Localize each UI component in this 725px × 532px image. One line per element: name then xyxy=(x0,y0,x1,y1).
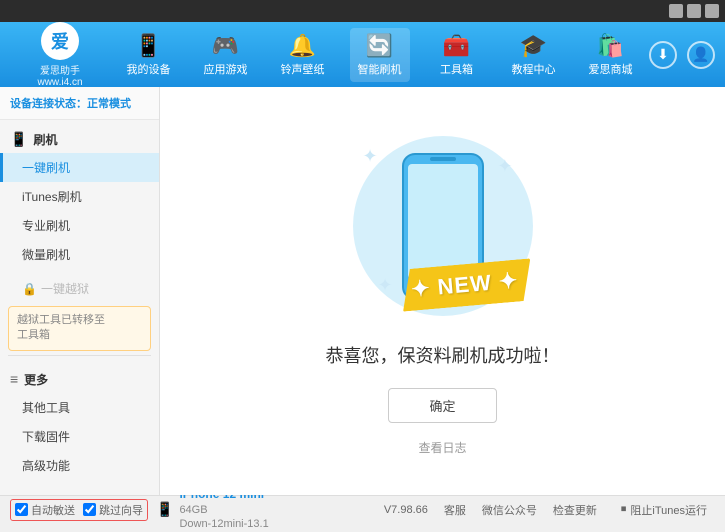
sidebar: 设备连接状态：正常模式 📱 刷机 一键刷机 iTunes刷机 专业刷机 微量刷机… xyxy=(0,87,160,495)
nav-item-toolbox[interactable]: 🧰 工具箱 xyxy=(427,28,487,82)
check-update-link[interactable]: 检查更新 xyxy=(553,502,597,518)
success-illustration: ✦ ✦ ✦ ✦ NEW ✦ 恭喜您，保资料刷机成功啦！ 确定 查看日志 xyxy=(326,126,560,456)
auto-send-label: 自动敏送 xyxy=(31,502,75,518)
wechat-link[interactable]: 微信公众号 xyxy=(482,502,537,518)
stop-itunes-button[interactable]: ⏹ 阻止iTunes运行 xyxy=(613,502,715,518)
header: 爱 爱思助手 www.i4.cn 📱 我的设备 🎮 应用游戏 🔔 铃声壁纸 🔄 … xyxy=(0,22,725,87)
sidebar-item-download-firmware[interactable]: 下载固件 xyxy=(0,422,159,451)
status-value: 正常模式 xyxy=(87,98,131,110)
flash-group-label: 刷机 xyxy=(33,131,57,148)
version-text: V7.98.66 xyxy=(384,504,428,516)
nav-label: 工具箱 xyxy=(440,61,473,77)
confirm-button[interactable]: 确定 xyxy=(388,388,496,423)
nav-item-tutorial[interactable]: 🎓 教程中心 xyxy=(504,28,564,82)
sidebar-flash-group: 📱 刷机 xyxy=(0,126,159,153)
more-group-icon: ≡ xyxy=(10,371,18,387)
sidebar-more-group: ≡ 更多 xyxy=(0,366,159,393)
star-1: ✦ xyxy=(363,146,378,167)
nav-label: 爱思商城 xyxy=(589,61,633,77)
sidebar-item-itunes-flash[interactable]: iTunes刷机 xyxy=(0,182,159,211)
bottom-right: V7.98.66 客服 微信公众号 检查更新 ⏹ 阻止iTunes运行 xyxy=(384,502,715,518)
skip-wizard-input[interactable] xyxy=(83,503,96,516)
minimize-button[interactable] xyxy=(669,4,683,18)
tutorial-icon: 🎓 xyxy=(520,33,547,59)
sidebar-item-one-click-flash[interactable]: 一键刷机 xyxy=(0,153,159,182)
sidebar-item-advanced[interactable]: 高级功能 xyxy=(0,451,159,480)
sidebar-item-other-tools[interactable]: 其他工具 xyxy=(0,393,159,422)
jailbreak-label: 一键越狱 xyxy=(41,280,89,297)
smart-flash-icon: 🔄 xyxy=(366,33,393,59)
sidebar-item-pro-flash[interactable]: 专业刷机 xyxy=(0,211,159,240)
show-log-link[interactable]: 查看日志 xyxy=(418,439,466,456)
flash-group-icon: 📱 xyxy=(10,131,27,148)
main-container: 设备连接状态：正常模式 📱 刷机 一键刷机 iTunes刷机 专业刷机 微量刷机… xyxy=(0,87,725,495)
content-area: ✦ ✦ ✦ ✦ NEW ✦ 恭喜您，保资料刷机成功啦！ 确定 查看日志 xyxy=(160,87,725,495)
logo-line1: 爱思助手 xyxy=(40,62,80,77)
download-button[interactable]: ⬇ xyxy=(649,41,677,69)
ringtone-icon: 🔔 xyxy=(289,33,316,59)
sidebar-divider xyxy=(8,355,151,356)
close-button[interactable] xyxy=(705,4,719,18)
maximize-button[interactable] xyxy=(687,4,701,18)
store-icon: 🛍️ xyxy=(597,33,624,59)
auto-send-input[interactable] xyxy=(15,503,28,516)
nav-label: 教程中心 xyxy=(512,61,556,77)
device-icon: 📱 xyxy=(156,501,173,518)
lock-icon: 🔒 xyxy=(22,282,37,296)
logo-icon: 爱 xyxy=(41,22,79,60)
sidebar-more-section: ≡ 更多 其他工具 下载固件 高级功能 xyxy=(0,360,159,486)
user-button[interactable]: 👤 xyxy=(687,41,715,69)
more-group-label: 更多 xyxy=(24,371,48,388)
nav-items: 📱 我的设备 🎮 应用游戏 🔔 铃声壁纸 🔄 智能刷机 🧰 工具箱 🎓 教程中心… xyxy=(110,28,649,82)
nav-label: 应用游戏 xyxy=(204,61,248,77)
sidebar-item-save-flash[interactable]: 微量刷机 xyxy=(0,240,159,269)
status-label: 设备连接状态： xyxy=(10,98,87,110)
bottom-bar: 自动敏送 跳过向导 📱 iPhone 12 mini 64GB Down-12m… xyxy=(0,495,725,523)
nav-item-ringtone[interactable]: 🔔 铃声壁纸 xyxy=(273,28,333,82)
customer-service-link[interactable]: 客服 xyxy=(444,502,466,518)
nav-item-app-games[interactable]: 🎮 应用游戏 xyxy=(196,28,256,82)
star-3: ✦ xyxy=(378,275,393,296)
nav-item-store[interactable]: 🛍️ 爱思商城 xyxy=(581,28,641,82)
app-games-icon: 🎮 xyxy=(212,33,239,59)
star-2: ✦ xyxy=(497,156,512,177)
nav-right-buttons: ⬇ 👤 xyxy=(649,41,715,69)
nav-item-my-device[interactable]: 📱 我的设备 xyxy=(119,28,179,82)
stop-itunes-label: 阻止iTunes运行 xyxy=(630,502,707,518)
toolbox-icon: 🧰 xyxy=(443,33,470,59)
nav-item-smart-flash[interactable]: 🔄 智能刷机 xyxy=(350,28,410,82)
device-icon: 📱 xyxy=(135,33,162,59)
stop-itunes-icon: ⏹ xyxy=(621,503,627,516)
nav-label: 铃声壁纸 xyxy=(281,61,325,77)
device-storage: 64GB xyxy=(179,503,268,517)
nav-label: 智能刷机 xyxy=(358,61,402,77)
sidebar-note-jailbreak: 越狱工具已转移至工具箱 xyxy=(8,306,151,351)
skip-wizard-label: 跳过向导 xyxy=(99,502,143,518)
phone-new-container: ✦ ✦ ✦ ✦ NEW ✦ xyxy=(343,126,543,326)
nav-label: 我的设备 xyxy=(127,61,171,77)
status-bar: 设备连接状态：正常模式 xyxy=(0,87,159,120)
logo-area: 爱 爱思助手 www.i4.cn xyxy=(10,22,110,88)
success-title: 恭喜您，保资料刷机成功啦！ xyxy=(326,342,560,368)
checkboxes-container: 自动敏送 跳过向导 xyxy=(10,499,148,521)
device-firmware: Down-12mini-13.1 xyxy=(179,517,268,531)
skip-wizard-checkbox[interactable]: 跳过向导 xyxy=(83,502,143,518)
title-bar xyxy=(0,0,725,22)
sidebar-flash-section: 📱 刷机 一键刷机 iTunes刷机 专业刷机 微量刷机 xyxy=(0,120,159,275)
sidebar-item-jailbreak: 🔒 一键越狱 xyxy=(0,275,159,302)
note-text: 越狱工具已转移至工具箱 xyxy=(17,314,105,341)
logo-line2: www.i4.cn xyxy=(37,77,82,88)
auto-send-checkbox[interactable]: 自动敏送 xyxy=(15,502,75,518)
